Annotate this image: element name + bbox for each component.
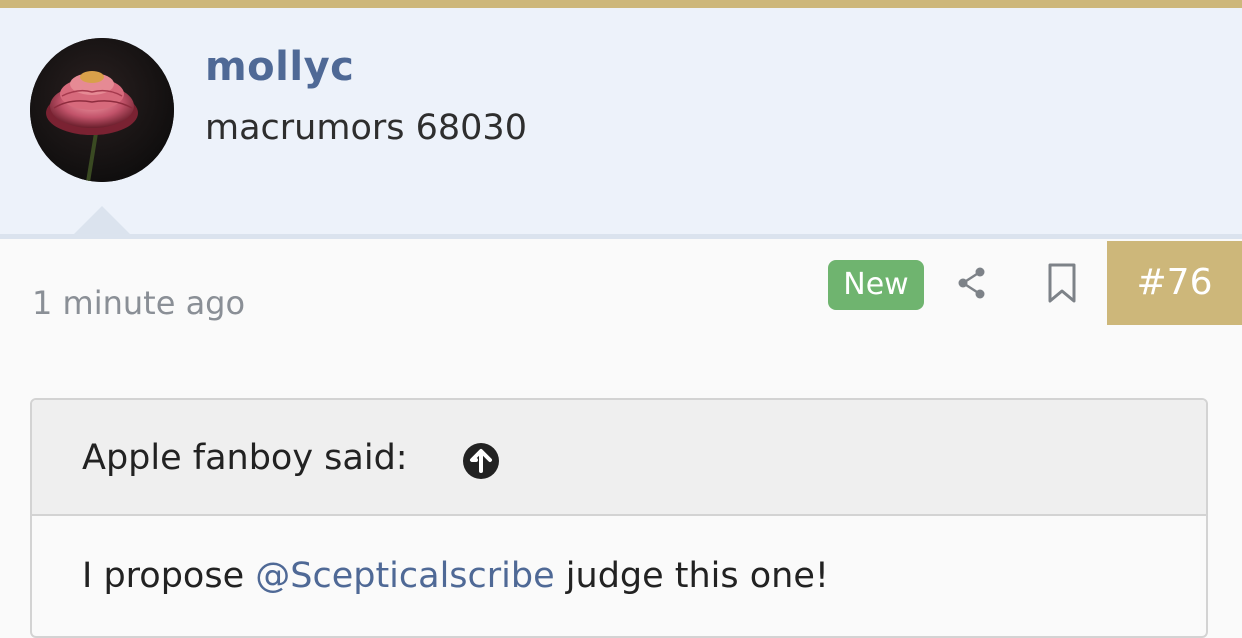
bookmark-icon[interactable] — [1044, 262, 1080, 304]
quote-body-prefix: I propose — [82, 556, 256, 596]
new-badge: New — [828, 260, 924, 310]
arrow-up-circle-icon[interactable] — [462, 442, 500, 480]
post-number-link[interactable]: #76 — [1107, 241, 1242, 325]
share-icon[interactable] — [952, 263, 992, 303]
user-mention-link[interactable]: @Scepticalscribe — [255, 556, 554, 596]
header-pointer-arrow — [74, 206, 130, 234]
zinnia-flower-avatar-image — [30, 38, 174, 182]
avatar[interactable] — [30, 38, 174, 182]
quote-body: I propose @Scepticalscribe judge this on… — [82, 556, 829, 596]
top-accent-bar — [0, 0, 1242, 8]
quote-body-suffix: judge this one! — [554, 556, 829, 596]
quote-attribution[interactable]: Apple fanboy said: — [82, 438, 408, 478]
user-title: macrumors 68030 — [205, 108, 527, 148]
message-user-header: mollyc macrumors 68030 — [0, 8, 1242, 239]
quote-block: Apple fanboy said: I propose @Scepticals… — [30, 398, 1208, 638]
post-timestamp[interactable]: 1 minute ago — [32, 284, 245, 322]
username-link[interactable]: mollyc — [205, 44, 354, 90]
quote-header: Apple fanboy said: — [32, 400, 1206, 516]
